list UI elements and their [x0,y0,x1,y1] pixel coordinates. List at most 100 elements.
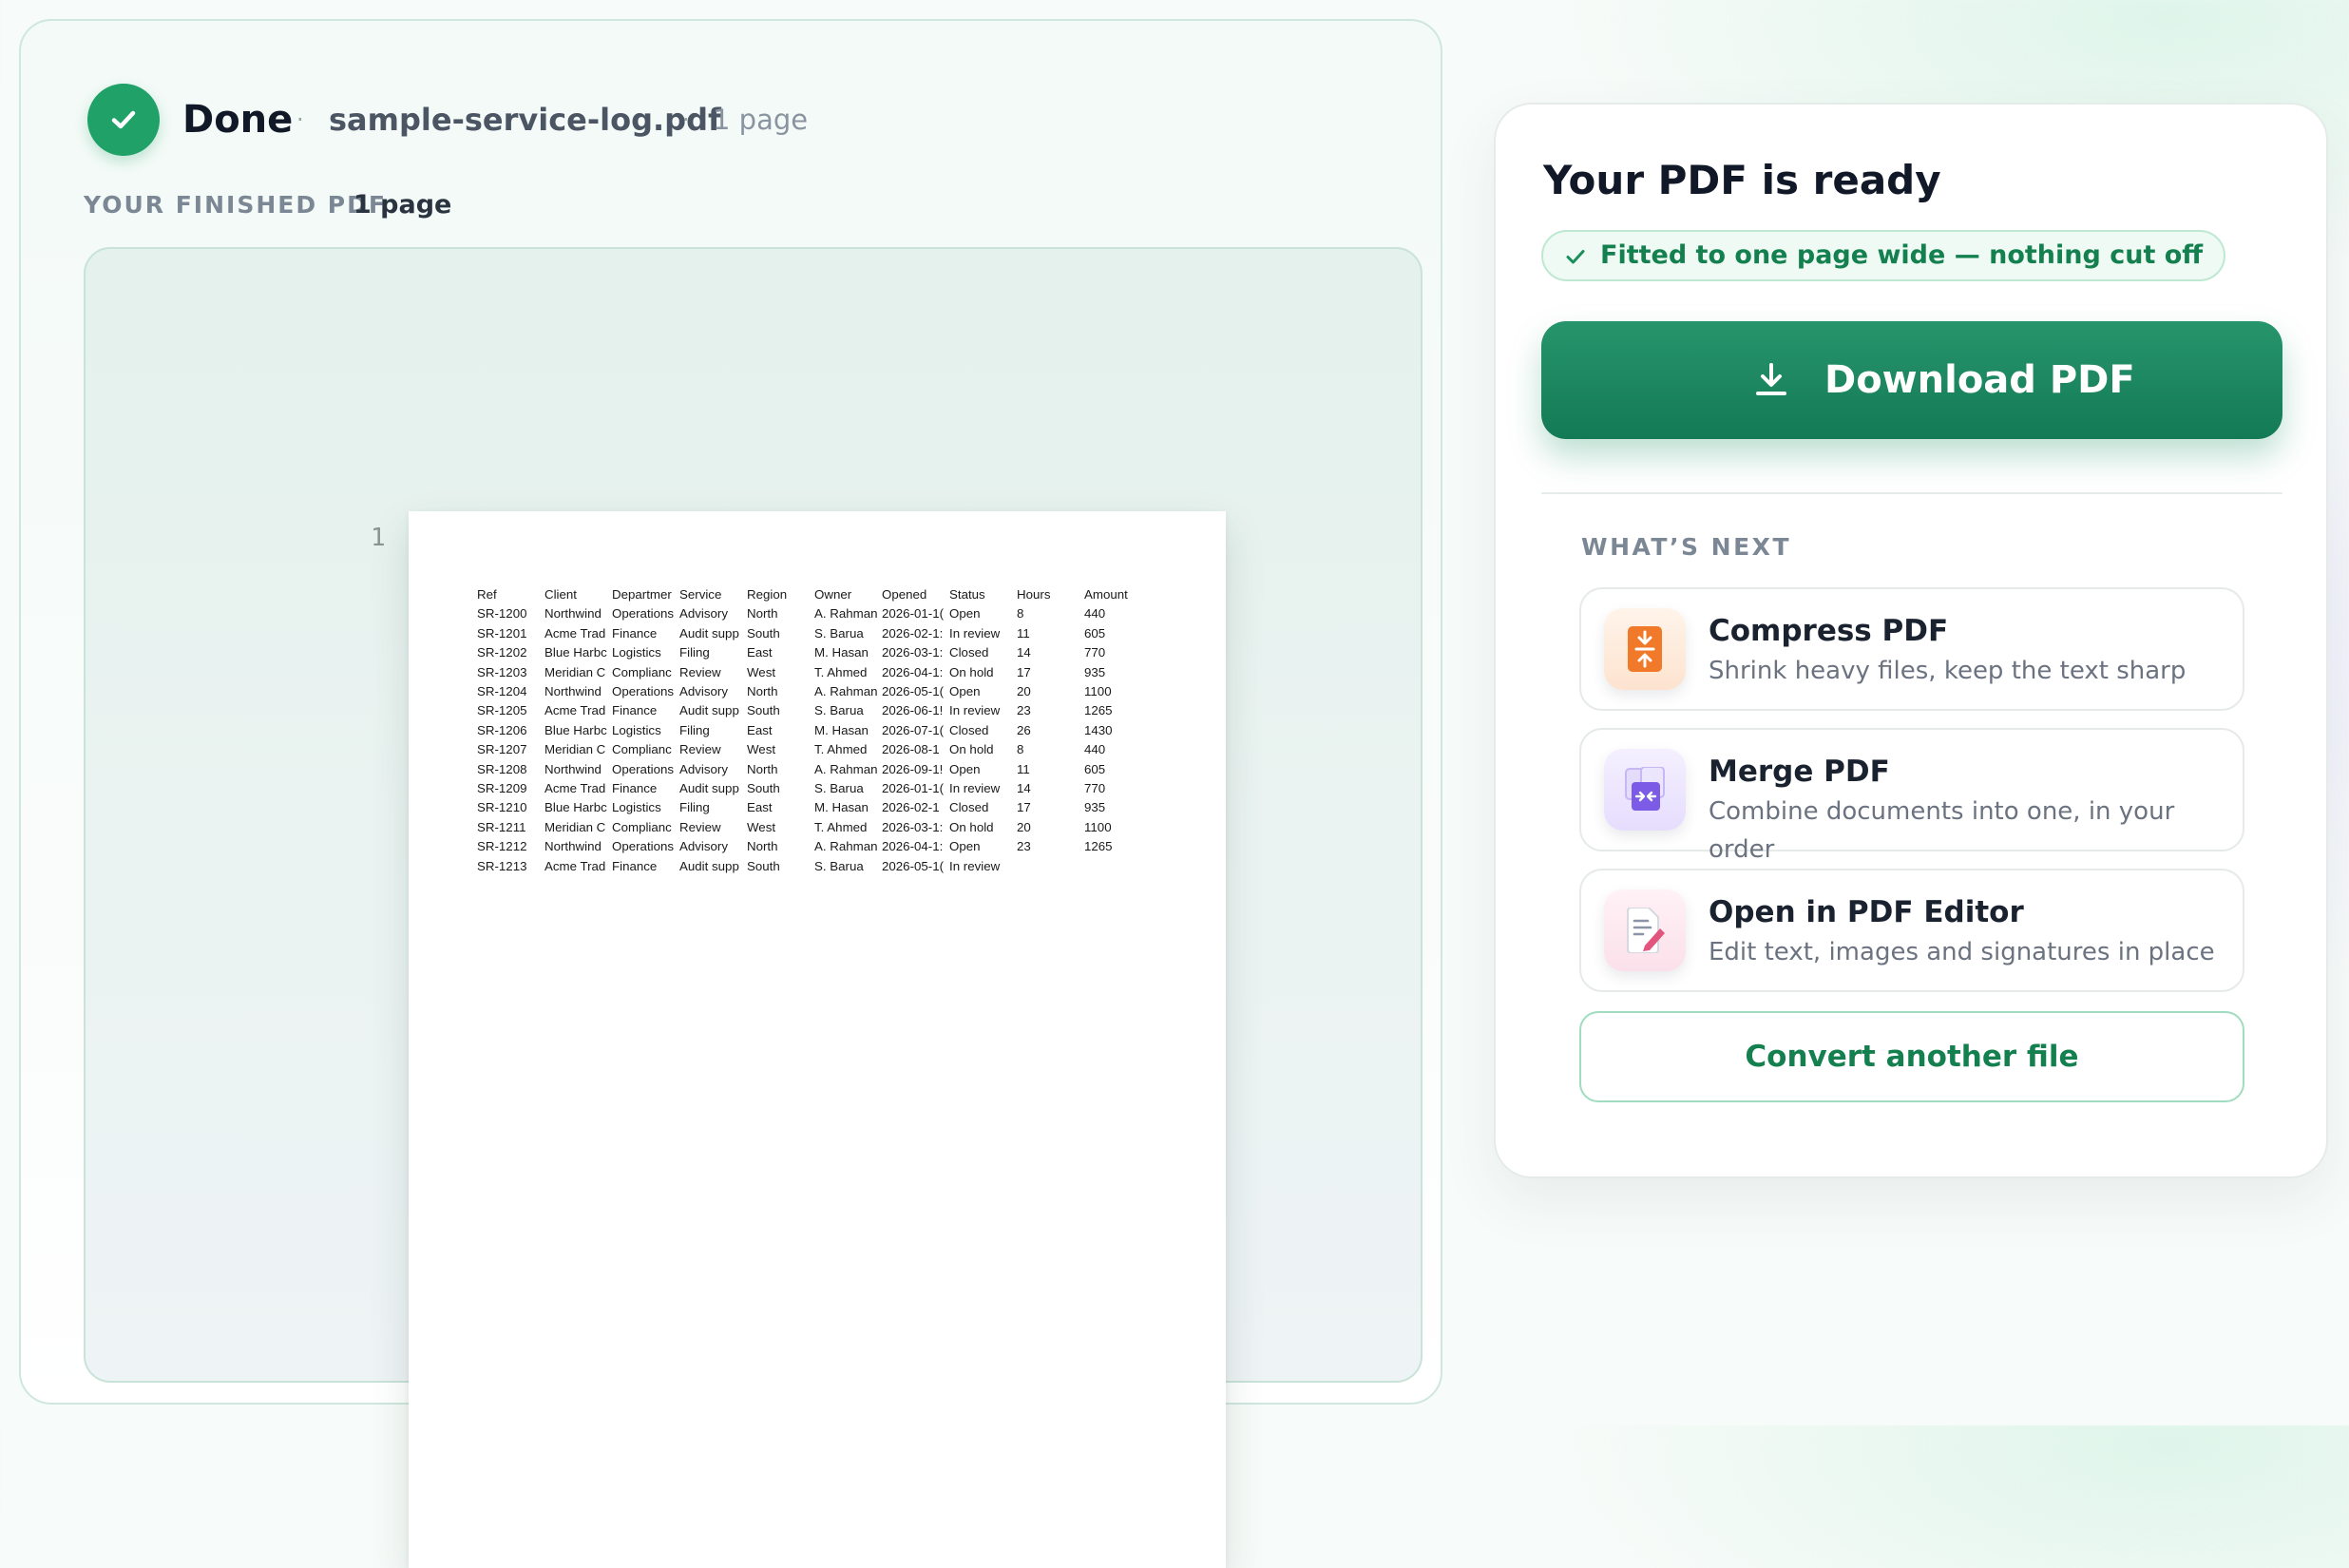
table-cell: Filing [679,800,710,815]
edit-pdf-icon [1604,889,1686,971]
table-row: SR-1201 Acme Trad Finance Audit supp South S.… [477,624,1152,643]
table-cell: On hold [949,664,994,679]
table-cell: 1100 [1084,819,1112,834]
pdf-preview-area[interactable]: 1 Ref Client Departmer Service Region Owner Op… [84,247,1423,1568]
table-row: SR-1200 Northwind Operations Advisory North A… [477,604,1152,623]
table-header-cell: Client [544,587,577,602]
table-cell: S. Barua [814,781,864,796]
table-cell [1084,857,1152,876]
table-cell: T. Ahmed [814,664,868,679]
table-cell: In review [949,858,1001,873]
table-cell: 1265 [1084,703,1113,718]
table-cell: Acme Trad [544,703,606,718]
table-cell: S. Barua [814,625,864,641]
table-cell: Logistics [612,645,661,660]
convert-another-file-button[interactable]: Convert another file [1579,1011,2244,1102]
table-cell: A. Rahman [814,684,878,699]
separator-dot: · [682,106,690,133]
table-cell: T. Ahmed [814,742,868,757]
table-cell: Review [679,664,721,679]
fit-notice-badge: Fitted to one page wide — nothing cut of… [1541,230,2226,281]
table-cell: Complianc [612,742,672,757]
table-cell: SR-1208 [477,761,527,776]
table-cell: Review [679,742,721,757]
table-cell: East [747,645,773,660]
table-cell: 2026-02-1: [882,625,944,641]
table-cell: 605 [1084,761,1106,776]
table-cell: SR-1201 [477,625,527,641]
table-cell: West [747,742,776,757]
next-item-merge-pdf[interactable]: Merge PDF Combine documents into one, in… [1579,728,2244,864]
whats-next-label: WHAT’S NEXT [1581,533,1791,561]
pdf-page-thumbnail[interactable]: Ref Client Departmer Service Region Owner Open… [409,511,1226,1568]
next-item-compress-pdf[interactable]: Compress PDF Shrink heavy files, keep th… [1579,587,2244,711]
table-cell: Closed [949,722,989,737]
table-cell: Blue Harbc [544,722,607,737]
table-row: SR-1208 Northwind Operations Advisory North A… [477,760,1152,779]
table-cell: Meridian C [544,664,606,679]
ready-title: Your PDF is ready [1543,157,1941,203]
table-header-cell: Departmer [612,587,672,602]
table-cell: 605 [1084,625,1106,641]
table-cell: Operations [612,839,675,854]
table-cell: Complianc [612,664,672,679]
next-item-description: Edit text, images and signatures in plac… [1709,938,2215,966]
table-cell: SR-1205 [477,703,527,718]
table-cell: 770 [1084,781,1106,796]
table-cell: 440 [1084,742,1106,757]
table-cell: Advisory [679,761,728,776]
table-cell: 2026-04-1: [882,839,944,854]
table-cell: In review [949,625,1001,641]
table-cell: 770 [1084,645,1106,660]
table-cell: Review [679,819,721,834]
table-cell: 11 [1017,625,1030,641]
table-cell: A. Rahman [814,606,878,621]
table-row: SR-1204 Northwind Operations Advisory North A… [477,682,1152,701]
table-cell: Acme Trad [544,781,606,796]
table-cell: Open [949,684,981,699]
table-cell: Logistics [612,722,661,737]
table-cell: North [747,606,778,621]
next-item-open-in-pdf-editor[interactable]: Open in PDF Editor Edit text, images and… [1579,869,2244,992]
table-cell: A. Rahman [814,761,878,776]
download-icon [1756,363,1786,395]
table-cell: Advisory [679,606,728,621]
table-cell: SR-1207 [477,742,527,757]
table-cell: 2026-03-1: [882,645,944,660]
table-cell: Operations [612,684,675,699]
finished-pdf-label: YOUR FINISHED PDF [84,191,387,219]
table-cell: Finance [612,858,658,873]
table-cell: 2026-02-1 [882,800,940,815]
table-cell: Audit supp [679,858,739,873]
done-label: Done [182,98,294,142]
table-cell: On hold [949,819,994,834]
table-row: SR-1203 Meridian C Complianc Review West T. A… [477,663,1152,682]
table-cell: A. Rahman [814,839,878,854]
done-check-icon [87,84,160,156]
table-cell: Finance [612,781,658,796]
file-name: sample-service-log.pdf [329,102,721,138]
table-cell: S. Barua [814,703,864,718]
table-cell: 2026-09-1! [882,761,944,776]
table-row: SR-1209 Acme Trad Finance Audit supp South S.… [477,779,1152,798]
download-pdf-button[interactable]: Download PDF [1541,321,2282,439]
compress-icon [1604,608,1686,690]
table-cell: 1430 [1084,722,1113,737]
table-cell: Northwind [544,684,602,699]
next-item-title: Compress PDF [1709,614,1949,648]
download-label: Download PDF [1824,358,2135,402]
table-cell: Finance [612,625,658,641]
table-header-cell: Ref [477,587,497,602]
table-cell: SR-1212 [477,839,527,854]
table-cell: 2026-08-1 [882,742,940,757]
table-cell: 20 [1017,819,1031,834]
table-row: SR-1202 Blue Harbc Logistics Filing East M. H… [477,643,1152,662]
table-header-cell: Owner [814,587,852,602]
table-cell: 17 [1017,664,1031,679]
merge-icon [1604,749,1686,831]
table-cell: Meridian C [544,742,606,757]
table-cell: 2026-05-1( [882,684,945,699]
table-row: SR-1213 Acme Trad Finance Audit supp South S.… [477,857,1152,876]
table-header-cell: Amount [1084,587,1128,602]
table-cell: Northwind [544,839,602,854]
